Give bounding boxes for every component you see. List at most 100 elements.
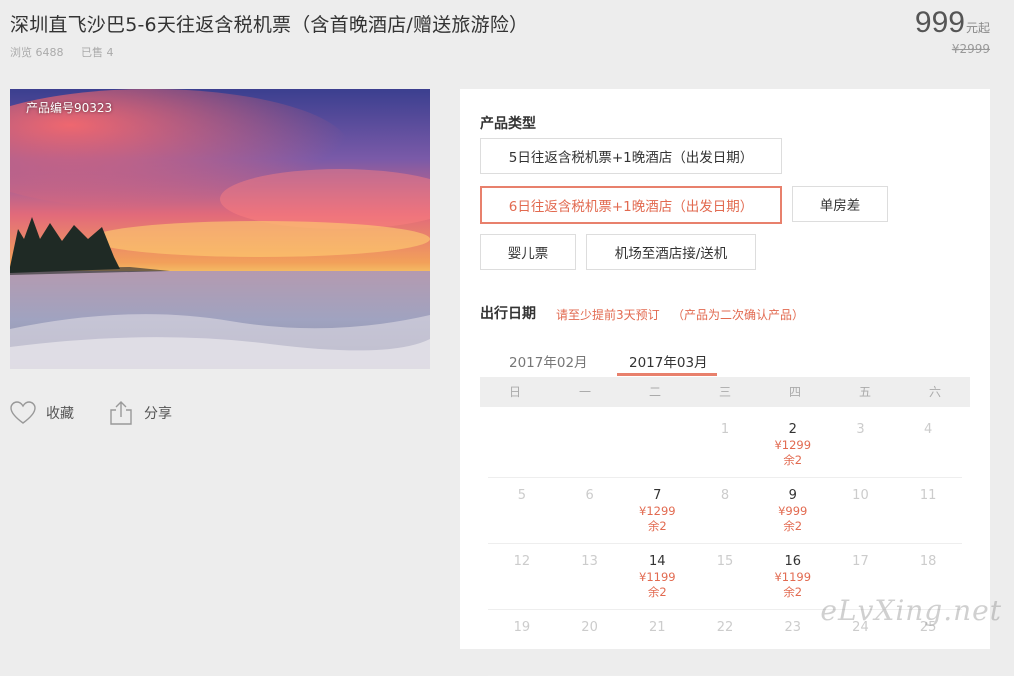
day-price: ¥999 <box>778 504 808 518</box>
calendar-day: 10 <box>827 478 895 543</box>
calendar-week: 1 2 ¥1299 余2 3 4 <box>488 412 962 478</box>
sold-count: 已售 4 <box>81 46 114 59</box>
day-number: 16 <box>784 554 801 569</box>
day-number: 19 <box>513 620 531 635</box>
favorite-button[interactable]: 收藏 <box>10 401 74 425</box>
option-airport-transfer[interactable]: 机场至酒店接/送机 <box>586 234 756 270</box>
day-number: 22 <box>716 620 734 635</box>
product-stats: 浏览 6488 已售 4 <box>10 44 128 60</box>
calendar-day: 12 <box>488 544 556 609</box>
product-code-label: 产品编号90323 <box>26 101 113 115</box>
day-price: ¥1199 <box>639 570 676 584</box>
tab-month-mar[interactable]: 2017年03月 <box>629 351 708 371</box>
day-price: ¥1299 <box>774 438 812 452</box>
share-label: 分享 <box>144 406 172 422</box>
travel-date-title: 出行日期 <box>480 306 536 322</box>
heart-icon <box>10 401 36 424</box>
calendar-day: 11 <box>894 478 962 543</box>
calendar-day <box>488 412 556 477</box>
weekday-header: 日 一 二 三 四 五 六 <box>480 377 970 407</box>
calendar-day: 1 <box>691 412 759 477</box>
tab-month-feb[interactable]: 2017年02月 <box>509 351 588 371</box>
weekday-label: 三 <box>718 385 731 399</box>
views-count: 浏览 6488 <box>10 46 64 59</box>
weekday-label: 四 <box>788 385 801 399</box>
day-remaining: 余2 <box>783 453 803 467</box>
day-number: 14 <box>649 554 666 569</box>
day-number: 12 <box>513 554 531 569</box>
day-number: 15 <box>716 554 734 569</box>
day-number: 18 <box>919 554 937 569</box>
option-5day[interactable]: 5日往返含税机票+1晚酒店（出发日期） <box>480 138 782 174</box>
calendar-week: 5 6 7 ¥1299 余2 8 9 ¥999 余2 10 11 <box>488 478 962 544</box>
weekday-label: 一 <box>578 385 591 399</box>
calendar-day: 13 <box>556 544 624 609</box>
original-price: ¥2999 <box>951 42 990 56</box>
calendar-day: 3 <box>827 412 895 477</box>
day-remaining: 余2 <box>783 585 803 599</box>
day-price: ¥1199 <box>774 570 812 584</box>
day-number: 9 <box>788 488 797 503</box>
calendar-day <box>623 412 691 477</box>
weekday-label: 五 <box>858 385 871 399</box>
day-number: 5 <box>517 488 526 503</box>
weekday-label: 六 <box>928 385 941 399</box>
calendar-day: 22 <box>691 610 759 675</box>
calendar-day <box>556 412 624 477</box>
calendar-day-available[interactable]: 9 ¥999 余2 <box>759 478 827 543</box>
day-price: ¥1299 <box>639 504 676 518</box>
calendar-day: 20 <box>556 610 624 675</box>
day-number: 17 <box>852 554 869 569</box>
option-6day[interactable]: 6日往返含税机票+1晚酒店（出发日期） <box>480 186 782 224</box>
booking-panel: 产品类型 5日往返含税机票+1晚酒店（出发日期） 6日往返含税机票+1晚酒店（出… <box>460 89 990 676</box>
weekday-label: 二 <box>648 385 661 399</box>
day-remaining: 余2 <box>647 585 667 599</box>
month-tabs: 2017年02月 2017年03月 <box>480 345 970 377</box>
calendar-day: 8 <box>691 478 759 543</box>
calendar-day-available[interactable]: 7 ¥1299 余2 <box>623 478 691 543</box>
calendar-day: 4 <box>894 412 962 477</box>
day-number: 7 <box>653 488 662 503</box>
day-number: 20 <box>581 620 598 635</box>
calendar-day: 23 <box>759 610 827 675</box>
calendar-day-available[interactable]: 14 ¥1199 余2 <box>623 544 691 609</box>
day-remaining: 余2 <box>647 519 667 533</box>
confirmation-note: （产品为二次确认产品） <box>672 308 805 322</box>
day-number: 8 <box>720 488 730 503</box>
watermark: eLvXing.net <box>820 594 1002 627</box>
calendar-day-available[interactable]: 2 ¥1299 余2 <box>759 412 827 477</box>
option-infant-ticket[interactable]: 婴儿票 <box>480 234 576 270</box>
calendar-day: 15 <box>691 544 759 609</box>
day-number: 21 <box>649 620 666 635</box>
calendar-day-available[interactable]: 16 ¥1199 余2 <box>759 544 827 609</box>
weekday-label: 日 <box>508 385 521 399</box>
day-remaining: 余2 <box>783 519 803 533</box>
day-number: 4 <box>924 422 933 437</box>
price-box: 999元起 ¥2999 <box>915 6 990 56</box>
product-photo: 产品编号90323 <box>10 89 430 369</box>
day-number: 11 <box>919 488 937 503</box>
calendar-grid: 1 2 ¥1299 余2 3 4 5 6 7 ¥1299 余2 8 9 ¥999 余2 10 11 12 13 14 ¥… <box>488 412 962 676</box>
calendar-day: 6 <box>556 478 624 543</box>
share-button[interactable]: 分享 <box>108 400 172 426</box>
advance-booking-note: 请至少提前3天预订 <box>556 308 660 322</box>
product-actions: 收藏 分享 <box>10 400 206 426</box>
calendar-day: 21 <box>623 610 691 675</box>
option-single-room[interactable]: 单房差 <box>792 186 888 222</box>
price: 999 <box>914 6 965 39</box>
calendar-day: 5 <box>488 478 556 543</box>
calendar-day: 19 <box>488 610 556 675</box>
price-unit: 元起 <box>965 21 990 35</box>
share-icon <box>110 401 132 425</box>
day-number: 2 <box>788 422 797 437</box>
beach-sunset-image <box>10 89 430 369</box>
active-month-indicator <box>617 373 717 376</box>
product-title: 深圳直飞沙巴5-6天往返含税机票（含首晚酒店/赠送旅游险） <box>10 14 529 36</box>
day-number: 6 <box>585 488 594 503</box>
day-number: 3 <box>856 422 865 437</box>
day-number: 13 <box>581 554 598 569</box>
day-number: 10 <box>852 488 869 503</box>
favorite-label: 收藏 <box>46 406 74 422</box>
day-number: 23 <box>784 620 801 635</box>
day-number: 1 <box>720 422 730 437</box>
